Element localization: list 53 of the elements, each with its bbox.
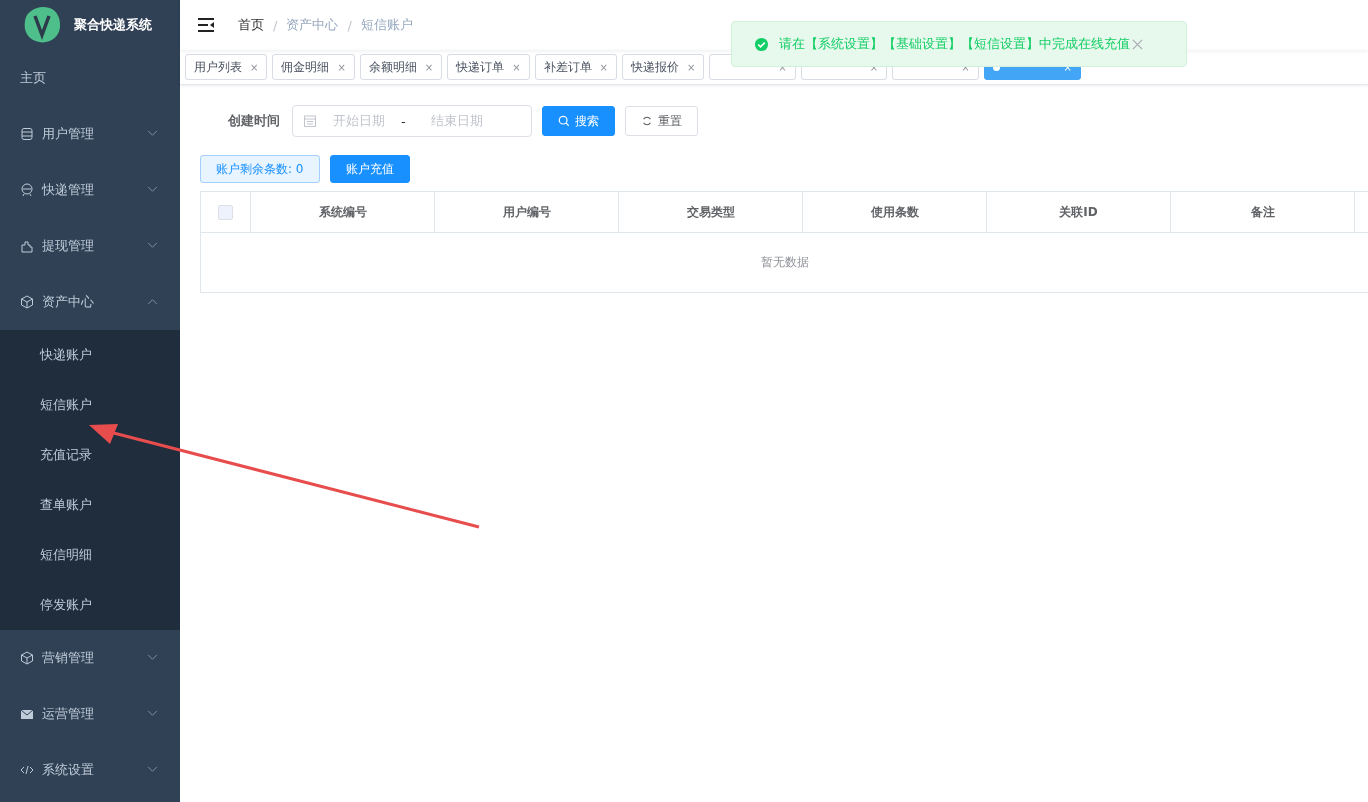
menu-item[interactable]: 快递管理 (0, 162, 180, 218)
menu-item[interactable]: 提现管理 (0, 218, 180, 274)
empty-message: 暂无数据 (761, 254, 809, 271)
tag-tab[interactable]: 快递报价 × (621, 54, 705, 80)
mail-icon (20, 707, 34, 721)
tag-tab[interactable]: 用户列表 × (185, 54, 268, 80)
tag-tab[interactable]: 快递订单 × (447, 54, 530, 80)
cube-icon (20, 651, 34, 665)
check-circle-icon (754, 36, 769, 52)
select-all-checkbox[interactable] (218, 204, 233, 220)
app-title: 聚合快递系统 (74, 16, 152, 34)
submenu-item[interactable]: 查单账户 (0, 480, 180, 530)
breadcrumb-item: 资产中心 (286, 16, 339, 34)
tag-tab[interactable]: 余额明细 × (359, 54, 443, 80)
robot-icon (20, 183, 34, 197)
submenu-item[interactable]: 充值记录 (0, 430, 180, 480)
column-header: 交易类型 (619, 192, 803, 232)
refresh-icon (641, 115, 653, 127)
calendar-icon (303, 114, 317, 128)
breadcrumb-separator: / (347, 17, 352, 33)
submenu-item[interactable]: 快递账户 (0, 330, 180, 380)
cube-icon (20, 295, 34, 309)
menu-item[interactable]: 主页 (0, 50, 180, 106)
tag-tab[interactable]: 补差订单 × (534, 54, 617, 80)
breadcrumb-separator: / (273, 17, 278, 33)
tag-tab[interactable]: 佣金明细 × (272, 54, 355, 80)
puzzle-icon (20, 239, 34, 253)
close-icon[interactable] (1132, 38, 1143, 50)
submenu-item[interactable]: 停发账户 (0, 580, 180, 630)
column-header: 用户编号 (435, 192, 619, 232)
menu-item[interactable]: 用户管理 (0, 106, 180, 162)
toast-message: 请在【系统设置】【基础设置】【短信设置】中完成在线充值 (779, 35, 1130, 53)
reset-button[interactable]: 重置 (625, 106, 698, 136)
breadcrumb-item[interactable]: 首页 (238, 16, 264, 34)
database-icon (20, 127, 34, 141)
filter-label: 创建时间 (227, 112, 280, 130)
menu-item[interactable]: 资产中心 (0, 274, 180, 330)
column-header: 系统编号 (251, 192, 435, 232)
menu-item[interactable]: 运营管理 (0, 686, 180, 742)
menu-item[interactable]: 系统设置 (0, 742, 180, 798)
column-header: 使用条数 (803, 192, 987, 232)
column-header: 关联ID (987, 192, 1171, 232)
column-header: 备注 (1171, 192, 1355, 232)
balance-badge: 账户剩余条数: 0 (200, 155, 320, 183)
menu-item[interactable]: 营销管理 (0, 630, 180, 686)
submenu-item[interactable]: 短信明细 (0, 530, 180, 580)
breadcrumb-item: 短信账户 (360, 16, 413, 34)
date-range-field[interactable]: 开始日期 - 结束日期 (292, 105, 532, 137)
menu-icon[interactable] (198, 18, 214, 32)
logo-icon (22, 5, 62, 45)
submenu-item[interactable]: 短信账户 (0, 380, 180, 430)
search-icon (558, 115, 570, 127)
code-icon (20, 763, 34, 777)
